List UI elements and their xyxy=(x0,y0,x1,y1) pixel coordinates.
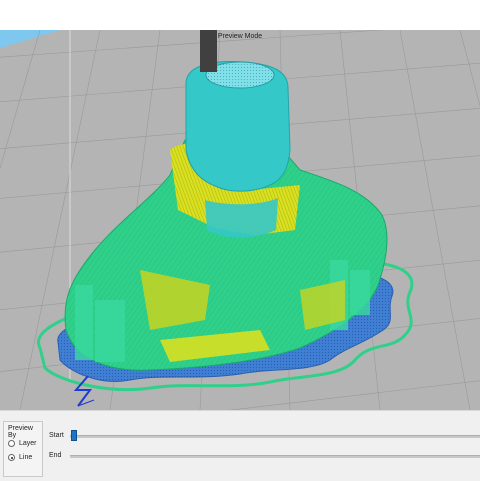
radio-layer[interactable]: Layer xyxy=(8,440,37,447)
radio-layer-label: Layer xyxy=(19,440,37,447)
radio-line[interactable]: Line xyxy=(8,454,32,461)
scene xyxy=(0,30,480,410)
radio-layer-circle[interactable] xyxy=(8,440,15,447)
preview-mode-label: Preview Mode xyxy=(217,33,263,40)
top-toolbar xyxy=(0,0,480,30)
start-slider-track[interactable] xyxy=(70,435,480,438)
start-slider-thumb[interactable] xyxy=(71,430,77,441)
radio-line-label: Line xyxy=(19,454,33,461)
preview-by-group: Preview By Layer Line xyxy=(3,421,43,477)
start-label: Start xyxy=(49,432,64,439)
end-slider-track[interactable] xyxy=(70,455,480,458)
preview-controls-panel: Preview By Layer Line Start End xyxy=(0,410,480,481)
preview-by-title: Preview By xyxy=(8,425,33,439)
radio-line-circle[interactable] xyxy=(8,454,15,461)
end-label: End xyxy=(49,452,62,459)
preview-viewport[interactable]: Preview Mode xyxy=(0,30,480,410)
